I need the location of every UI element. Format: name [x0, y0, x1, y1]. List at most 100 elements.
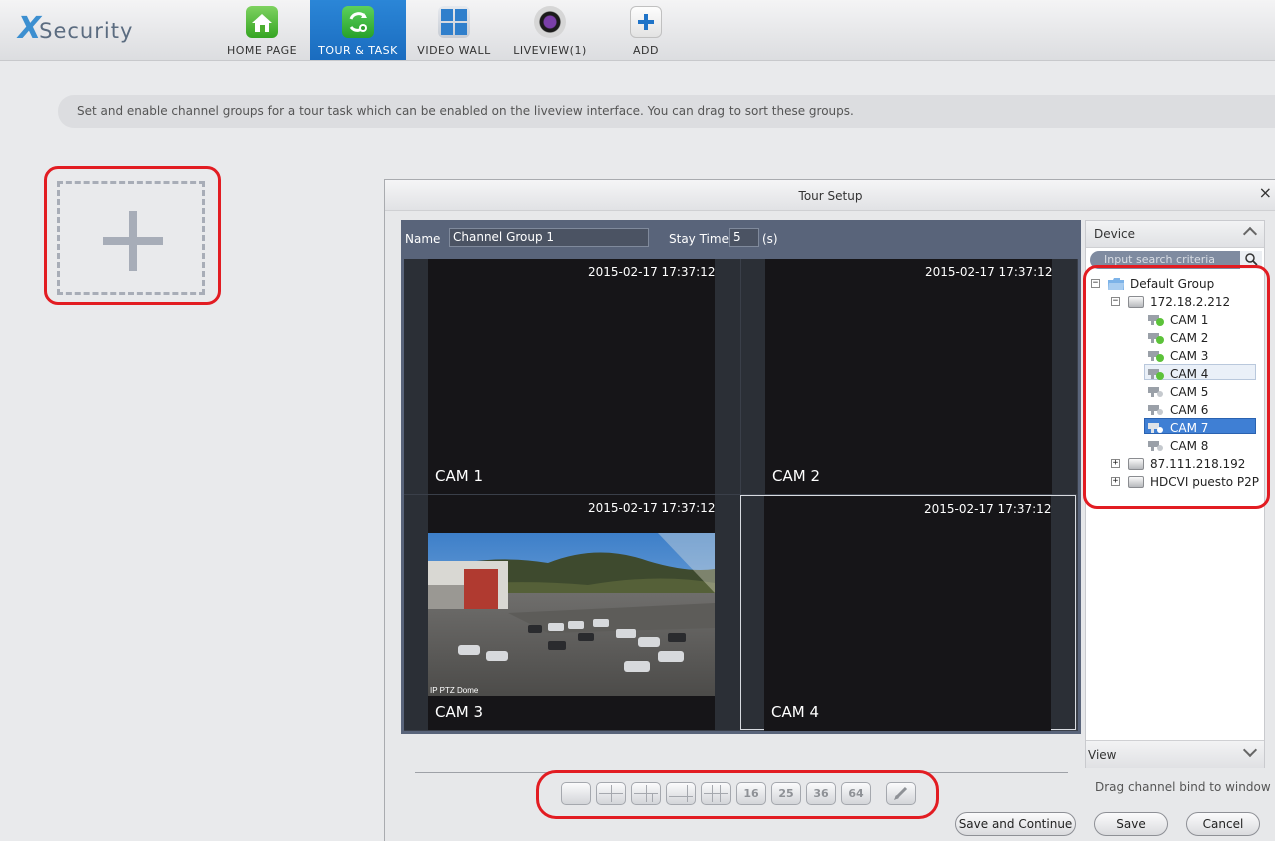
tree-label: 172.18.2.212 — [1150, 295, 1231, 309]
logo-text: Security — [39, 19, 134, 43]
layout-16-button[interactable]: 16 — [736, 782, 766, 805]
camera-feed-image: IP PTZ Dome — [428, 533, 715, 696]
plus-icon-bar — [103, 237, 163, 245]
channel-label: CAM 4 — [771, 703, 819, 721]
feed-overlay-text: IP PTZ Dome — [430, 686, 479, 695]
liveview-icon — [534, 6, 566, 38]
layout-1-button[interactable] — [561, 782, 591, 805]
video-screen: 2015-02-17 17:37:12 CAM 2 — [765, 259, 1052, 494]
video-screen: 2015-02-17 17:37:12 IP PTZ Dome CAM 3 — [428, 495, 715, 730]
folder-icon — [1108, 278, 1124, 290]
close-icon[interactable]: × — [1259, 185, 1272, 201]
nav-label: VIDEO WALL — [417, 44, 491, 57]
layout-6-button[interactable] — [631, 782, 661, 805]
timestamp: 2015-02-17 17:37:12 — [588, 501, 716, 515]
xsecurity-logo: X Security — [18, 12, 133, 46]
video-panel: Name Channel Group 1 Stay Time 5 (s) 201… — [401, 220, 1081, 734]
name-input[interactable]: Channel Group 1 — [449, 228, 649, 247]
layout-25-button[interactable]: 25 — [771, 782, 801, 805]
timestamp: 2015-02-17 17:37:12 — [924, 502, 1052, 516]
tree-label: Default Group — [1130, 277, 1215, 291]
tree-label: CAM 4 — [1170, 367, 1209, 381]
layout-9-button[interactable] — [701, 782, 731, 805]
layout-toolbar: 16 25 36 64 — [561, 782, 916, 805]
home-icon — [246, 6, 278, 38]
nav-label: ADD — [633, 44, 659, 57]
add-icon — [630, 6, 662, 38]
cancel-button[interactable]: Cancel — [1186, 812, 1260, 836]
layout-36-button[interactable]: 36 — [806, 782, 836, 805]
search-icon[interactable] — [1240, 251, 1262, 269]
save-and-continue-button[interactable]: Save and Continue — [955, 812, 1076, 836]
video-window-4[interactable]: 2015-02-17 17:37:12 CAM 4 — [740, 495, 1076, 731]
collapse-icon[interactable]: − — [1111, 297, 1120, 306]
tree-device-172-18-2-212[interactable]: − 172.18.2.212 — [1086, 293, 1264, 311]
tree-label: CAM 6 — [1170, 403, 1209, 417]
dialog-titlebar: Tour Setup × — [385, 180, 1275, 211]
tree-label: CAM 3 — [1170, 349, 1209, 363]
tour-setup-dialog: Tour Setup × Name Channel Group 1 Stay T… — [384, 179, 1275, 841]
chevron-up-icon[interactable] — [1242, 226, 1258, 242]
device-header[interactable]: Device — [1086, 221, 1264, 248]
nav-video-wall[interactable]: VIDEO WALL — [406, 0, 502, 60]
tree-device-87-111-218-192[interactable]: + 87.111.218.192 — [1086, 455, 1264, 473]
channel-label: CAM 3 — [435, 703, 483, 721]
tour-task-icon — [342, 6, 374, 38]
tree-device-hdcvi-puesto-p2p[interactable]: + HDCVI puesto P2P — [1086, 473, 1264, 491]
name-label: Name — [405, 232, 441, 246]
tree-cam-1[interactable]: CAM 1 — [1086, 311, 1264, 329]
expand-icon[interactable]: + — [1111, 477, 1120, 486]
tree-cam-5[interactable]: CAM 5 — [1086, 383, 1264, 401]
video-window-2[interactable]: 2015-02-17 17:37:12 CAM 2 — [741, 259, 1077, 494]
camera-icon — [1148, 441, 1163, 451]
nav-add[interactable]: ADD — [598, 0, 694, 60]
nvr-device-icon — [1128, 458, 1144, 470]
custom-layout-button[interactable] — [886, 782, 916, 805]
tree-label: CAM 2 — [1170, 331, 1209, 345]
save-button[interactable]: Save — [1094, 812, 1168, 836]
stay-time-label: Stay Time — [669, 232, 729, 246]
nav-home-page[interactable]: HOME PAGE — [214, 0, 310, 60]
tree-label: HDCVI puesto P2P — [1150, 475, 1260, 489]
tree-cam-8[interactable]: CAM 8 — [1086, 437, 1264, 455]
video-screen: 2015-02-17 17:37:12 CAM 1 — [428, 259, 715, 494]
tree-label: CAM 8 — [1170, 439, 1209, 453]
add-group-card[interactable] — [57, 181, 205, 295]
tree-cam-3[interactable]: CAM 3 — [1086, 347, 1264, 365]
camera-icon — [1148, 405, 1163, 415]
nav-liveview[interactable]: LIVEVIEW(1) — [502, 0, 598, 60]
tree-group-default[interactable]: − Default Group — [1086, 275, 1264, 293]
layout-64-button[interactable]: 64 — [841, 782, 871, 805]
camera-online-icon — [1148, 351, 1164, 362]
video-window-1[interactable]: 2015-02-17 17:37:12 CAM 1 — [404, 259, 740, 494]
edit-pencil-icon — [894, 786, 908, 800]
camera-icon — [1148, 423, 1163, 433]
layout-8-button[interactable] — [666, 782, 696, 805]
nav-tour-task[interactable]: TOUR & TASK — [310, 0, 406, 60]
stay-time-input[interactable]: 5 — [729, 228, 759, 247]
stay-time-unit: (s) — [762, 232, 778, 246]
video-screen: 2015-02-17 17:37:12 CAM 4 — [764, 496, 1051, 731]
view-header[interactable]: View — [1086, 740, 1264, 768]
logo-mark: X — [18, 11, 42, 46]
nav-label: TOUR & TASK — [318, 44, 398, 57]
layout-4-button[interactable] — [596, 782, 626, 805]
timestamp: 2015-02-17 17:37:12 — [925, 265, 1053, 279]
device-panel: Device Input search criteria − Default G… — [1085, 220, 1265, 768]
tree-label: CAM 7 — [1170, 421, 1209, 435]
video-window-3[interactable]: 2015-02-17 17:37:12 IP PTZ Dome CAM 3 — [404, 495, 740, 730]
video-grid: 2015-02-17 17:37:12 CAM 1 2015-02-17 17:… — [404, 259, 1078, 731]
tree-cam-2[interactable]: CAM 2 — [1086, 329, 1264, 347]
nav-label: HOME PAGE — [226, 44, 298, 57]
main-nav: HOME PAGE TOUR & TASK VIDEO WALL LIVEVIE… — [214, 0, 694, 60]
device-search-input[interactable]: Input search criteria — [1090, 251, 1240, 269]
tree-cam-7[interactable]: CAM 7 — [1086, 419, 1264, 437]
expand-icon[interactable]: + — [1111, 459, 1120, 468]
chevron-down-icon[interactable] — [1242, 742, 1258, 758]
info-bar: Set and enable channel groups for a tour… — [58, 95, 1275, 128]
tree-cam-6[interactable]: CAM 6 — [1086, 401, 1264, 419]
collapse-icon[interactable]: − — [1091, 279, 1100, 288]
info-text: Set and enable channel groups for a tour… — [77, 104, 854, 118]
tree-cam-4[interactable]: CAM 4 — [1086, 365, 1264, 383]
drag-tip: Drag channel bind to window — [1095, 780, 1271, 794]
